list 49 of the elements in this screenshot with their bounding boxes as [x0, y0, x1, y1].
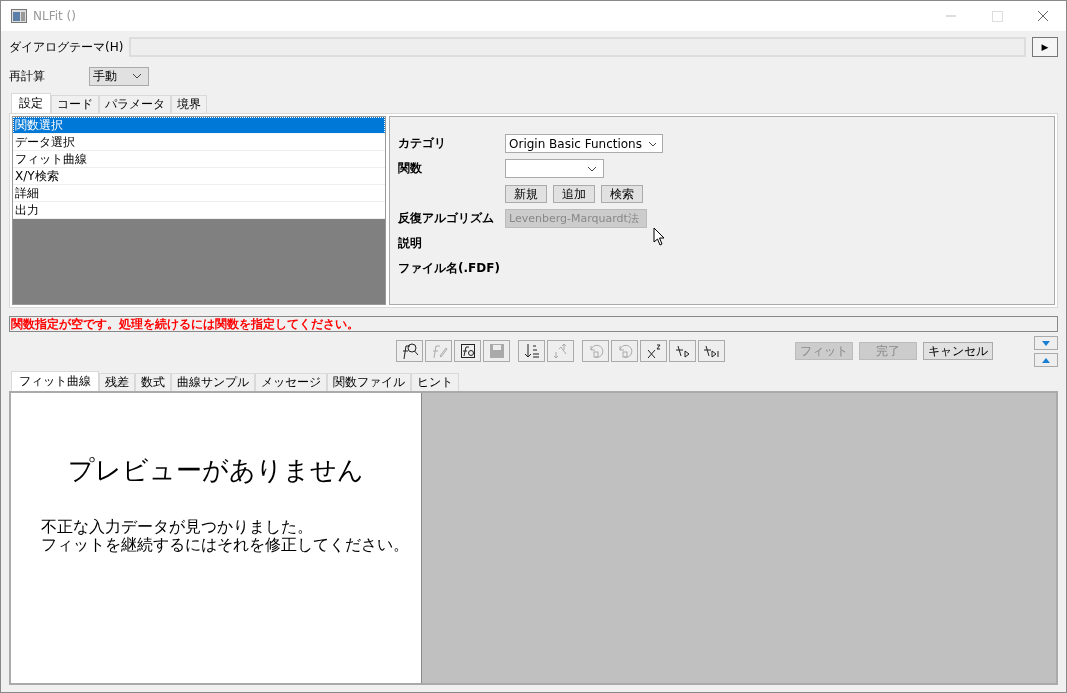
window-title: NLFit () — [33, 9, 76, 23]
preview-message: 不正な入力データが見つかりました。 — [41, 518, 314, 536]
chi-icon[interactable] — [640, 340, 667, 362]
sort-icon[interactable] — [518, 340, 545, 362]
tab[interactable]: 残差 — [99, 373, 135, 391]
step-end-icon[interactable] — [698, 340, 725, 362]
step-list-item[interactable]: フィット曲線 — [13, 151, 385, 168]
description-label: 説明 — [398, 235, 423, 252]
file-icon[interactable] — [454, 340, 481, 362]
action-button[interactable]: キャンセル — [923, 342, 993, 360]
tab[interactable]: メッセージ — [255, 373, 327, 391]
recalculate-label: 再計算 — [9, 67, 46, 85]
file-name-label: ファイル名(.FDF) — [398, 260, 501, 277]
dialog-theme-label: ダイアログテーマ(H) — [9, 38, 124, 56]
collapse-down-icon[interactable] — [1034, 335, 1058, 350]
tab[interactable]: コード — [51, 95, 99, 113]
tab[interactable]: 境界 — [171, 95, 207, 113]
recalculate-dropdown[interactable]: 手動 — [89, 66, 149, 86]
search-icon[interactable] — [396, 340, 423, 362]
tab[interactable]: 関数ファイル — [327, 373, 411, 391]
function-label: 関数 — [398, 160, 423, 177]
caret-icon — [647, 140, 656, 147]
function-dropdown[interactable] — [505, 159, 604, 178]
function-button[interactable]: 検索 — [601, 184, 643, 203]
preview-message: フィットを継続するにはそれを修正してください。 — [41, 536, 410, 554]
category-label: カテゴリ — [398, 135, 447, 152]
theme-menu-button[interactable]: ▶ — [1032, 37, 1058, 57]
step-list-item[interactable]: 詳細 — [13, 185, 385, 202]
tab[interactable]: 曲線サンプル — [171, 373, 255, 391]
step-icon[interactable] — [669, 340, 696, 362]
preview-title: プレビューがありません — [67, 454, 365, 487]
tab[interactable]: 設定 — [11, 93, 51, 113]
function-button[interactable]: 新規 — [505, 184, 547, 203]
window-icon — [11, 9, 27, 23]
tab[interactable]: 数式 — [135, 373, 171, 391]
category-dropdown[interactable]: Origin Basic Functions — [505, 134, 663, 153]
algorithm-label: 反復アルゴリズム — [398, 210, 495, 227]
step-list-item[interactable]: X/Y検索 — [13, 168, 385, 185]
function-button[interactable]: 追加 — [553, 184, 595, 203]
tab[interactable]: フィット曲線 — [11, 371, 99, 391]
caret-icon — [587, 165, 597, 172]
caret-icon — [132, 73, 142, 79]
expand-up-icon[interactable] — [1034, 352, 1058, 367]
tab[interactable]: ヒント — [411, 373, 459, 391]
step-list-item[interactable]: 関数選択 — [13, 117, 385, 134]
status-message: 関数指定が空です。処理を続けるには関数を指定してください。 — [9, 316, 1058, 332]
tab[interactable]: パラメータ — [99, 95, 171, 113]
step-list-item[interactable]: データ選択 — [13, 134, 385, 151]
mouse-cursor-icon — [653, 227, 667, 247]
